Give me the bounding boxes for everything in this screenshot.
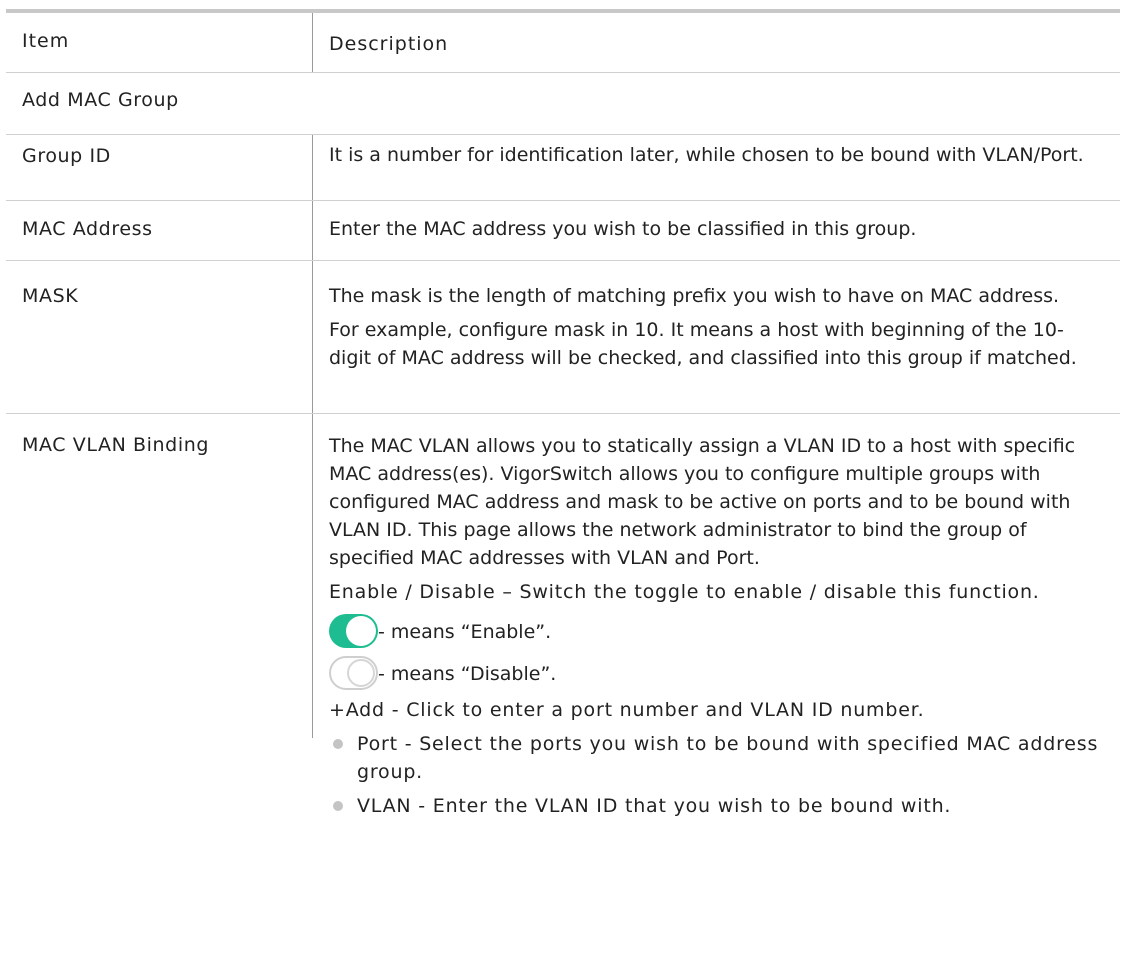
toggle-on-icon [329,614,378,648]
section-title-add-mac-group: Add MAC Group [6,73,1120,135]
table-row-mac-address: MAC Address Enter the MAC address you wi… [6,201,1120,261]
table-row-mask: MASK The mask is the length of matching … [6,261,1120,414]
row-description: The mask is the length of matching prefi… [312,261,1120,413]
row-description: It is a number for identification later,… [312,135,1120,200]
description-table: Item Description Add MAC Group Group ID … [6,9,1120,817]
bullet-text-vlan: VLAN - Enter the VLAN ID that you wish t… [357,795,952,817]
toggle-off-icon [329,656,378,690]
row-item-label: Group ID [22,145,111,167]
table-row-mac-vlan-binding: MAC VLAN Binding The MAC VLAN allows you… [6,414,1120,817]
row-item-label: MAC Address [22,218,153,240]
list-item: VLAN - Enter the VLAN ID that you wish t… [329,792,1102,820]
toggle-off-example: - means “Disable”. [329,650,1102,690]
table-header-row: Item Description [6,13,1120,73]
mask-desc-paragraph-1: The mask is the length of matching prefi… [329,285,1060,307]
binding-desc-paragraph: The MAC VLAN allows you to statically as… [329,435,1076,569]
bullet-dot-icon [333,739,343,749]
row-item-label: MAC VLAN Binding [22,434,210,456]
row-description: Enter the MAC address you wish to be cla… [312,201,1120,260]
toggle-description: Enable / Disable – Switch the toggle to … [329,581,1040,603]
toggle-on-example: - means “Enable”. [329,608,1102,648]
header-item: Item [22,30,70,52]
row-description: The MAC VLAN allows you to statically as… [312,414,1120,817]
list-item: Port - Select the ports you wish to be b… [329,730,1102,786]
toggle-on-label: - means “Enable”. [378,621,552,643]
add-description: +Add - Click to enter a port number and … [329,699,925,721]
bullet-text-port: Port - Select the ports you wish to be b… [357,733,1099,783]
mask-desc-paragraph-2: For example, configure mask in 10. It me… [329,319,1077,369]
toggle-off-label: - means “Disable”. [378,663,557,685]
row-item-label: MASK [22,285,79,307]
table-row-group-id: Group ID It is a number for identificati… [6,135,1120,201]
header-description: Description [312,13,1120,72]
bullet-dot-icon [333,801,343,811]
